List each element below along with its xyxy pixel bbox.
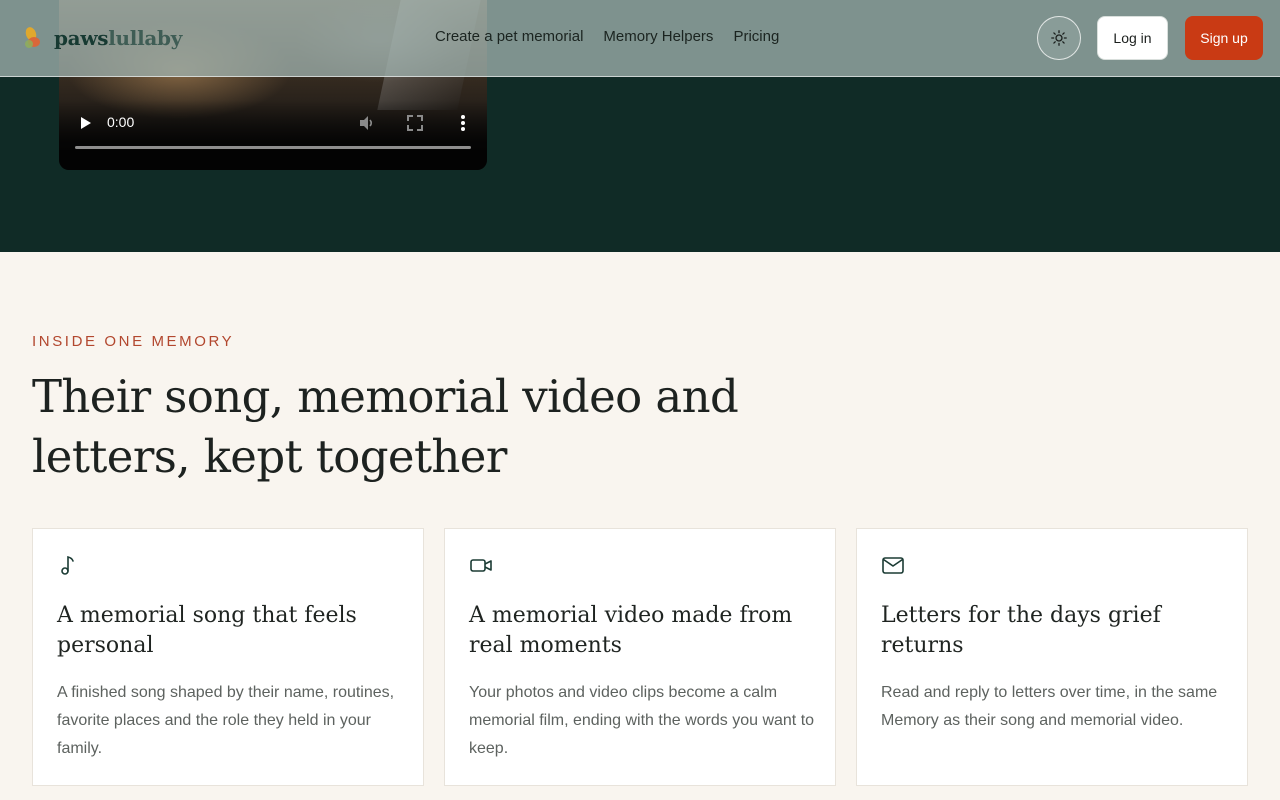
card-title: A memorial video made from real moments: [469, 603, 793, 658]
card-body: A finished song shaped by their name, ro…: [57, 684, 395, 757]
nav-memory-helpers[interactable]: Memory Helpers: [603, 28, 713, 45]
fullscreen-icon[interactable]: [405, 113, 425, 133]
feature-card-song: A memorial song that feels personal A fi…: [32, 528, 424, 786]
feature-card-video: A memorial video made from real moments …: [444, 528, 836, 786]
play-icon[interactable]: [79, 116, 93, 130]
main-nav: Create a pet memorial Memory Helpers Pri…: [435, 28, 779, 45]
section-headline: Their song, memorial video and letters, …: [32, 370, 739, 483]
nav-pricing[interactable]: Pricing: [733, 28, 779, 45]
site-header: pawslullaby Create a pet memorial Memory…: [0, 0, 1280, 77]
video-camera-icon: [470, 559, 492, 572]
logo[interactable]: pawslullaby: [22, 22, 182, 54]
card-body: Read and reply to letters over time, in …: [881, 684, 1218, 729]
login-button[interactable]: Log in: [1097, 16, 1168, 60]
video-controls: 0:00: [59, 100, 487, 170]
logo-wordmark-part1: paws: [54, 26, 109, 50]
envelope-icon: [882, 557, 904, 574]
sun-icon: [1051, 30, 1067, 46]
card-title: A memorial song that feels personal: [57, 603, 357, 658]
signup-button[interactable]: Sign up: [1185, 16, 1263, 60]
logo-wordmark-part2: lullaby: [108, 26, 183, 50]
theme-toggle-button[interactable]: [1037, 16, 1081, 60]
card-title: Letters for the days grief returns: [881, 603, 1161, 658]
more-vertical-icon[interactable]: [453, 113, 473, 133]
video-time: 0:00: [107, 114, 135, 130]
feature-card-letters: Letters for the days grief returns Read …: [856, 528, 1248, 786]
logo-mark-icon: [25, 27, 40, 48]
card-body: Your photos and video clips become a cal…: [469, 684, 815, 757]
nav-create-memorial[interactable]: Create a pet memorial: [435, 28, 583, 45]
music-note-icon: [61, 555, 74, 575]
section-eyebrow: INSIDE ONE MEMORY: [32, 333, 235, 350]
video-progress-track[interactable]: [75, 146, 471, 149]
logo-wordmark: pawslullaby: [54, 26, 182, 50]
volume-icon[interactable]: [357, 113, 377, 133]
